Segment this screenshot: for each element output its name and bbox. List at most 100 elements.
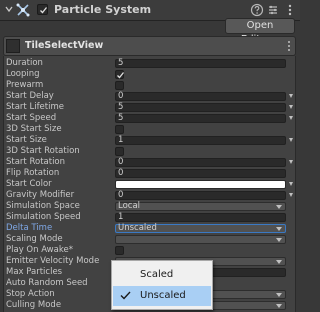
field-value: 0 bbox=[118, 168, 124, 178]
property-row-prewarm: Prewarm bbox=[4, 80, 295, 91]
dropdown-arrow-icon bbox=[276, 238, 282, 242]
curve-mode-menu-icon[interactable] bbox=[289, 182, 293, 186]
property-row-start-lifetime: Start Lifetime 5 bbox=[4, 102, 295, 113]
property-row-looping: Looping bbox=[4, 69, 295, 80]
start-rotation-field[interactable]: 0 bbox=[115, 157, 286, 167]
property-row-start-size: Start Size 1 bbox=[4, 135, 295, 146]
preset-icon[interactable] bbox=[266, 3, 280, 17]
property-label: Auto Random Seed bbox=[6, 278, 88, 288]
dropdown-arrow-icon bbox=[276, 205, 282, 209]
field-value: 1 bbox=[118, 212, 124, 222]
module-icon bbox=[6, 39, 20, 53]
property-label: Simulation Speed bbox=[6, 212, 81, 222]
property-row-start-color: Start Color bbox=[4, 179, 295, 190]
option-label: Scaled bbox=[140, 269, 174, 280]
curve-mode-menu-icon[interactable] bbox=[289, 193, 293, 197]
property-label: Scaling Mode bbox=[6, 234, 63, 244]
curve-mode-menu-icon[interactable] bbox=[289, 94, 293, 98]
property-label: Emitter Velocity Mode bbox=[6, 256, 100, 266]
curve-mode-menu-icon[interactable] bbox=[289, 138, 293, 142]
property-label: Start Lifetime bbox=[6, 102, 64, 112]
property-row-3d-start-size: 3D Start Size bbox=[4, 124, 295, 135]
property-label: Flip Rotation bbox=[6, 168, 60, 178]
3d-start-size-checkbox[interactable] bbox=[115, 125, 124, 134]
gravity-modifier-field[interactable]: 0 bbox=[115, 190, 286, 200]
dropdown-arrow-icon bbox=[276, 227, 282, 231]
property-label: Duration bbox=[6, 58, 43, 68]
start-size-field[interactable]: 1 bbox=[115, 135, 286, 145]
property-row-3d-start-rotation: 3D Start Rotation bbox=[4, 146, 295, 157]
collapse-chevron-icon[interactable] bbox=[3, 3, 15, 15]
field-value: 1 bbox=[118, 135, 124, 145]
property-row-start-speed: Start Speed 5 bbox=[4, 113, 295, 124]
component-title: Particle System bbox=[54, 3, 152, 16]
curve-mode-menu-icon[interactable] bbox=[289, 105, 293, 109]
curve-mode-menu-icon[interactable] bbox=[289, 116, 293, 120]
property-label: Prewarm bbox=[6, 80, 44, 90]
property-label: Delta Time bbox=[6, 223, 53, 233]
looping-checkbox[interactable] bbox=[115, 70, 125, 79]
property-label: Looping bbox=[6, 69, 40, 79]
module-header[interactable]: TileSelectView bbox=[3, 36, 296, 56]
flip-rotation-field[interactable]: 0 bbox=[115, 168, 286, 178]
help-icon[interactable] bbox=[250, 3, 264, 17]
delta-time-dropdown-menu: Scaled Unscaled bbox=[111, 260, 213, 310]
dropdown-arrow-icon bbox=[276, 304, 282, 308]
field-value: 0 bbox=[118, 157, 124, 167]
property-row-scaling-mode: Scaling Mode bbox=[4, 234, 295, 245]
start-color-color-field[interactable] bbox=[115, 180, 286, 189]
property-label: Start Rotation bbox=[6, 157, 66, 167]
dropdown-arrow-icon bbox=[276, 260, 282, 264]
field-value: 5 bbox=[118, 113, 124, 123]
module-menu-icon[interactable] bbox=[286, 40, 292, 52]
module-title: TileSelectView bbox=[25, 40, 104, 51]
property-row-start-delay: Start Delay 0 bbox=[4, 91, 295, 102]
field-value: Local bbox=[118, 201, 141, 211]
option-label: Unscaled bbox=[140, 290, 186, 301]
prewarm-checkbox[interactable] bbox=[115, 81, 124, 90]
property-row-flip-rotation: Flip Rotation 0 bbox=[4, 168, 295, 179]
property-label: Play On Awake* bbox=[6, 245, 73, 255]
dropdown-arrow-icon bbox=[276, 293, 282, 297]
property-row-delta-time: Delta Time Unscaled bbox=[4, 223, 295, 234]
duration-field[interactable]: 5 bbox=[115, 58, 286, 68]
property-row-play-on-awake: Play On Awake* bbox=[4, 245, 295, 256]
delta-time-dropdown[interactable]: Unscaled bbox=[115, 223, 286, 233]
field-value: 5 bbox=[118, 102, 124, 112]
dropdown-option-scaled[interactable]: Scaled bbox=[113, 265, 211, 285]
simulation-speed-field[interactable]: 1 bbox=[115, 212, 286, 222]
curve-mode-menu-icon[interactable] bbox=[289, 160, 293, 164]
open-editor-button[interactable]: Open Editor... bbox=[225, 18, 295, 45]
property-row-simulation-speed: Simulation Speed 1 bbox=[4, 212, 295, 223]
start-lifetime-field[interactable]: 5 bbox=[115, 102, 286, 112]
property-row-gravity-modifier: Gravity Modifier 0 bbox=[4, 190, 295, 201]
component-enabled-checkbox[interactable] bbox=[37, 4, 48, 15]
more-options-icon[interactable] bbox=[283, 3, 297, 17]
property-label: Max Particles bbox=[6, 267, 63, 277]
property-label: Start Delay bbox=[6, 91, 54, 101]
3d-start-rotation-checkbox[interactable] bbox=[115, 147, 124, 156]
property-label: Stop Action bbox=[6, 289, 55, 299]
property-label: Start Color bbox=[6, 179, 52, 189]
property-label: 3D Start Rotation bbox=[6, 146, 80, 156]
play-on-awake-checkbox[interactable] bbox=[115, 246, 124, 255]
property-label: Start Speed bbox=[6, 113, 57, 123]
field-value: 0 bbox=[118, 190, 124, 200]
start-delay-field[interactable]: 0 bbox=[115, 91, 286, 101]
start-speed-field[interactable]: 5 bbox=[115, 113, 286, 123]
property-label: 3D Start Size bbox=[6, 124, 62, 134]
property-row-start-rotation: Start Rotation 0 bbox=[4, 157, 295, 168]
property-row-duration: Duration 5 bbox=[4, 58, 295, 69]
property-label: Start Size bbox=[6, 135, 47, 145]
simulation-space-dropdown[interactable]: Local bbox=[115, 201, 286, 211]
dropdown-option-unscaled[interactable]: Unscaled bbox=[113, 286, 211, 306]
property-label: Simulation Space bbox=[6, 201, 80, 211]
property-label: Culling Mode bbox=[6, 300, 62, 310]
check-icon bbox=[120, 291, 131, 300]
particle-system-icon bbox=[16, 3, 30, 17]
field-value: Unscaled bbox=[118, 223, 157, 233]
scaling-mode-dropdown[interactable] bbox=[115, 235, 286, 244]
property-label: Gravity Modifier bbox=[6, 190, 75, 200]
property-row-simulation-space: Simulation Space Local bbox=[4, 201, 295, 212]
field-value: 5 bbox=[118, 58, 124, 68]
